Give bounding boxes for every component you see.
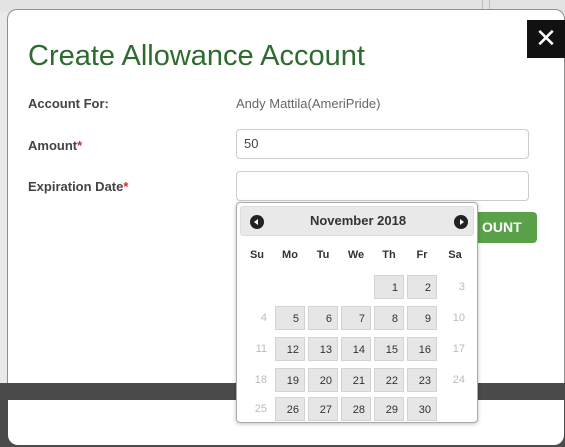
- close-button[interactable]: ✕: [527, 20, 565, 58]
- calendar-day[interactable]: 22: [374, 368, 404, 392]
- expiration-date-label: Expiration Date*: [28, 179, 129, 194]
- account-for-label: Account For:: [28, 96, 109, 111]
- weekday-header: Mo: [282, 249, 298, 261]
- calendar-day[interactable]: 21: [341, 368, 371, 392]
- calendar-day[interactable]: 29: [374, 397, 404, 421]
- chevron-right-icon[interactable]: [454, 215, 468, 229]
- calendar-day[interactable]: 1: [374, 275, 404, 299]
- calendar-day: 11: [255, 343, 267, 355]
- calendar-day: 18: [254, 374, 267, 386]
- calendar-day[interactable]: 6: [308, 306, 338, 330]
- calendar-day: 17: [452, 343, 465, 355]
- calendar-day[interactable]: 8: [374, 306, 404, 330]
- create-account-button[interactable]: OUNT: [470, 212, 537, 243]
- calendar-day[interactable]: 2: [407, 275, 437, 299]
- calendar-day[interactable]: 26: [275, 397, 305, 421]
- calendar-day[interactable]: 23: [407, 368, 437, 392]
- account-for-value: Andy Mattila(AmeriPride): [236, 96, 381, 111]
- calendar-day[interactable]: 9: [407, 306, 437, 330]
- expiration-date-input[interactable]: [236, 171, 529, 201]
- weekday-header: Su: [249, 249, 265, 261]
- amount-input[interactable]: 50: [236, 129, 529, 159]
- close-icon: ✕: [535, 24, 557, 54]
- calendar-day[interactable]: 13: [308, 337, 338, 361]
- calendar-day[interactable]: 5: [275, 306, 305, 330]
- calendar-day[interactable]: 14: [341, 337, 371, 361]
- amount-label: Amount*: [28, 138, 83, 153]
- calendar-day[interactable]: 20: [308, 368, 338, 392]
- weekday-header: Th: [382, 249, 396, 261]
- datepicker: November 2018 Su Mo Tu We Th Fr Sa 1 2 3 4 5 6 7 8 9 10 1…: [236, 202, 478, 423]
- dialog-title: Create Allowance Account: [28, 40, 365, 72]
- weekday-header: Tu: [316, 249, 330, 261]
- calendar-day[interactable]: 28: [341, 397, 371, 421]
- calendar-day[interactable]: 30: [407, 397, 437, 421]
- calendar-day[interactable]: 16: [407, 337, 437, 361]
- calendar-day: 24: [452, 374, 465, 386]
- weekday-header: We: [347, 249, 365, 261]
- calendar-day[interactable]: 19: [275, 368, 305, 392]
- calendar-day: 10: [452, 312, 465, 324]
- calendar-day[interactable]: 27: [308, 397, 338, 421]
- weekday-header: Fr: [416, 249, 428, 261]
- required-asterisk: *: [123, 179, 129, 194]
- calendar-day[interactable]: 7: [341, 306, 371, 330]
- calendar-day: 25: [254, 403, 267, 415]
- month-label: November 2018: [309, 213, 407, 228]
- weekday-header: Sa: [448, 249, 462, 261]
- calendar-day: 3: [458, 281, 465, 293]
- calendar-day: 4: [260, 312, 267, 324]
- datepicker-header: November 2018: [240, 206, 474, 236]
- calendar-day[interactable]: 12: [275, 337, 305, 361]
- calendar-day[interactable]: 15: [374, 337, 404, 361]
- required-asterisk: *: [77, 138, 83, 153]
